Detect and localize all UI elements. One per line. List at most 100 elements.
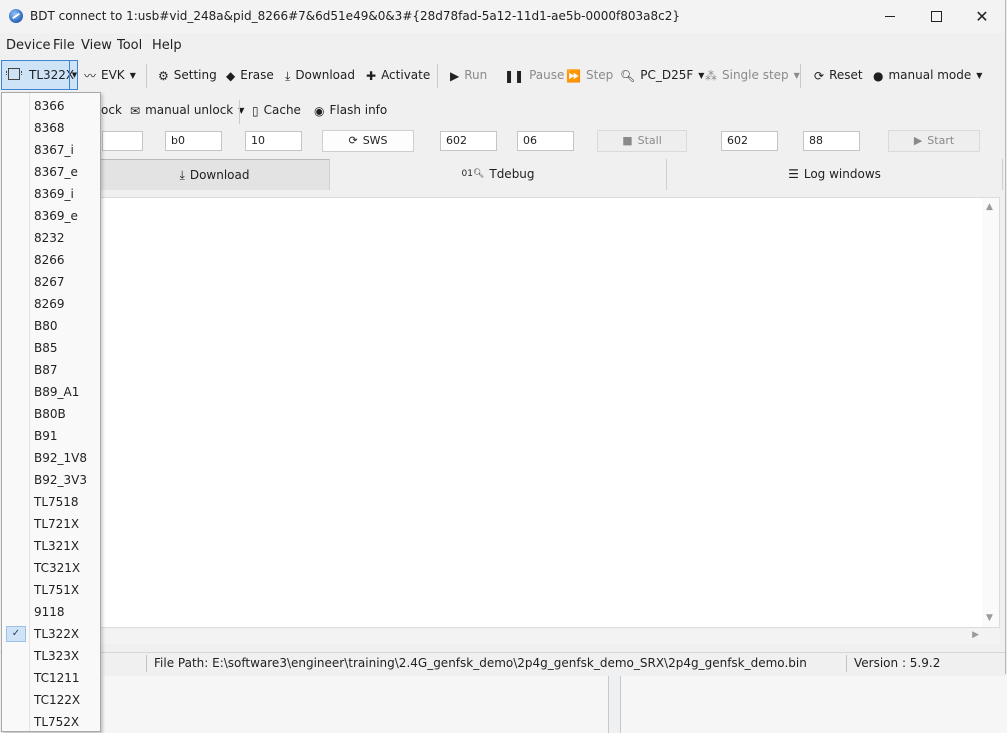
- scroll-right-icon[interactable]: ▶: [972, 630, 979, 640]
- tab-download[interactable]: ⤓ Download: [100, 159, 330, 190]
- chip-menu-item[interactable]: TC1211: [2, 667, 100, 689]
- chip-menu-item[interactable]: TC321X: [2, 557, 100, 579]
- run-button[interactable]: ▶ Run: [450, 58, 487, 92]
- sws-button[interactable]: ⟳ SWS: [322, 130, 414, 152]
- chip-menu-item-label: 8232: [34, 231, 65, 245]
- value-field[interactable]: 10: [245, 131, 302, 151]
- chip-menu-item[interactable]: B85: [2, 337, 100, 359]
- address-field-2[interactable]: b0: [165, 131, 222, 151]
- address-field-4[interactable]: 602: [721, 131, 778, 151]
- cache-button[interactable]: ▯ Cache: [252, 94, 301, 126]
- menu-device[interactable]: Device: [6, 38, 50, 53]
- maximize-button[interactable]: [913, 0, 959, 33]
- chip-menu-item[interactable]: 8269: [2, 293, 100, 315]
- chip-menu-item[interactable]: 8367_i: [2, 139, 100, 161]
- status-divider: [846, 655, 847, 672]
- chip-menu-item[interactable]: B80: [2, 315, 100, 337]
- chip-menu-item[interactable]: TL321X: [2, 535, 100, 557]
- chip-menu-item[interactable]: 8266: [2, 249, 100, 271]
- mode-label: manual mode: [888, 68, 972, 82]
- chip-menu-item[interactable]: B87: [2, 359, 100, 381]
- chip-menu-item[interactable]: TL752X: [2, 711, 100, 733]
- tab-tdebug[interactable]: 01🔍︎ Tdebug: [330, 159, 667, 190]
- download-log-area[interactable]: ▲ ▼: [100, 197, 1000, 628]
- pc-dropdown[interactable]: 🔍︎ PC_D25F ▼: [620, 58, 704, 92]
- tab-bar: ⤓ Download 01🔍︎ Tdebug ☰ Log windows: [0, 159, 1005, 191]
- register-toolbar: b0 10 ⟳ SWS 602 06 ■ Stall 602 88 ▶ Start: [0, 128, 1005, 156]
- mode-dropdown[interactable]: ● manual mode ▼: [873, 58, 982, 92]
- evk-dropdown[interactable]: 〰 EVK ▼: [84, 58, 136, 92]
- stall-button[interactable]: ■ Stall: [597, 130, 687, 152]
- chip-menu-item[interactable]: 8366: [2, 95, 100, 117]
- chip-menu-item[interactable]: TL721X: [2, 513, 100, 535]
- chip-menu-item[interactable]: 8367_e: [2, 161, 100, 183]
- chip-menu-item[interactable]: B92_3V3: [2, 469, 100, 491]
- step-icon: ⏩: [566, 68, 581, 83]
- chip-menu-item[interactable]: TC122X: [2, 689, 100, 711]
- chip-menu-item[interactable]: 8369_i: [2, 183, 100, 205]
- app-window: BDT connect to 1:usb#vid_248a&pid_8266#7…: [0, 0, 1006, 674]
- single-step-label: Single step: [722, 68, 789, 82]
- horizontal-scrollbar[interactable]: ▶: [100, 629, 1000, 644]
- mode-icon: ●: [873, 68, 884, 83]
- chevron-down-icon: ▼: [793, 70, 800, 80]
- erase-button[interactable]: ◆ Erase: [226, 58, 274, 92]
- chip-menu-item[interactable]: 8369_e: [2, 205, 100, 227]
- chip-menu-item-label: 8367_i: [34, 143, 74, 157]
- minimize-button[interactable]: [867, 0, 913, 33]
- chip-menu-item[interactable]: ✓ TL322X: [2, 623, 100, 645]
- chip-menu-item-label: TL323X: [34, 649, 80, 663]
- close-button[interactable]: ✕: [959, 0, 1005, 33]
- chip-menu-item[interactable]: 8232: [2, 227, 100, 249]
- activate-button[interactable]: ✚ Activate: [366, 58, 430, 92]
- step-button[interactable]: ⏩ Step: [566, 58, 613, 92]
- evk-icon: 〰: [84, 68, 97, 83]
- menu-file[interactable]: File: [53, 38, 75, 53]
- address-field-3[interactable]: 602: [440, 131, 497, 151]
- chip-selector[interactable]: TL322X ▼: [1, 60, 78, 90]
- setting-button[interactable]: ⚙ Setting: [158, 58, 217, 92]
- address-field-1[interactable]: [102, 131, 143, 151]
- download-label: Download: [295, 68, 355, 82]
- tab-log-windows[interactable]: ☰ Log windows: [667, 159, 1003, 190]
- menu-view[interactable]: View: [81, 38, 112, 53]
- tab-download-label: Download: [189, 168, 250, 182]
- menu-tool[interactable]: Tool: [117, 38, 142, 53]
- scroll-up-icon[interactable]: ▲: [986, 202, 993, 212]
- reset-label: Reset: [829, 68, 863, 82]
- footsteps-icon: ⁂: [705, 68, 717, 83]
- chip-menu-item[interactable]: B92_1V8: [2, 447, 100, 469]
- chip-menu-item[interactable]: B91: [2, 425, 100, 447]
- chip-menu-item-label: 8369_e: [34, 209, 78, 223]
- menu-help[interactable]: Help: [152, 38, 182, 53]
- scroll-down-icon[interactable]: ▼: [986, 613, 993, 623]
- manual-unlock-dropdown[interactable]: ✉ manual unlock ▼: [130, 94, 244, 126]
- chip-menu-item[interactable]: B80B: [2, 403, 100, 425]
- step-label: Step: [585, 68, 614, 82]
- pause-button[interactable]: ❚❚ Pause: [504, 58, 564, 92]
- chip-menu-item-label: 8369_i: [34, 187, 74, 201]
- reset-button[interactable]: ⟳ Reset: [814, 58, 863, 92]
- chip-menu-item[interactable]: TL323X: [2, 645, 100, 667]
- chip-menu-item[interactable]: TL7518: [2, 491, 100, 513]
- flash-info-button[interactable]: ◉ Flash info: [314, 94, 387, 126]
- vertical-scrollbar[interactable]: ▲ ▼: [982, 198, 999, 627]
- stall-label: Stall: [637, 134, 662, 147]
- chip-menu-item[interactable]: 9118: [2, 601, 100, 623]
- unlock-button[interactable]: ock: [101, 94, 122, 126]
- chip-menu-item[interactable]: TL751X: [2, 579, 100, 601]
- chevron-down-icon: ▼: [698, 70, 705, 80]
- secondary-toolbar: ock ✉ manual unlock ▼ ▯ Cache ◉ Flash info: [0, 94, 1005, 126]
- background-panel-left: [103, 676, 609, 733]
- chevron-down-icon[interactable]: ▼: [69, 61, 79, 89]
- chip-menu-item-label: 8269: [34, 297, 65, 311]
- single-step-dropdown[interactable]: ⁂ Single step ▼: [705, 58, 800, 92]
- value-field-3[interactable]: 88: [803, 131, 860, 151]
- start-button[interactable]: ▶ Start: [888, 130, 980, 152]
- chip-menu-item[interactable]: B89_A1: [2, 381, 100, 403]
- chip-menu-item[interactable]: 8368: [2, 117, 100, 139]
- value-field-2[interactable]: 06: [517, 131, 574, 151]
- download-button[interactable]: ⤓ Download: [285, 58, 355, 92]
- chip-menu-item[interactable]: 8267: [2, 271, 100, 293]
- tab-tdebug-label: Tdebug: [489, 167, 535, 181]
